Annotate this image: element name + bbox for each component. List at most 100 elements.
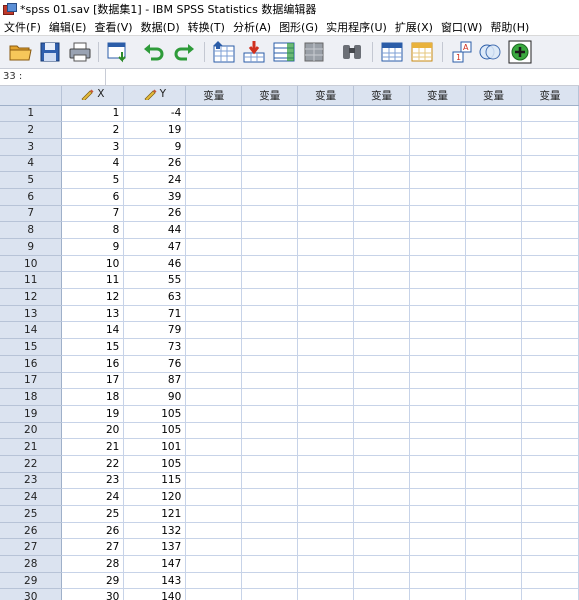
cell-empty[interactable]	[465, 138, 522, 156]
cell-empty[interactable]	[185, 455, 243, 473]
cell-empty[interactable]	[241, 422, 299, 440]
cell-empty[interactable]	[353, 271, 411, 290]
cell-empty[interactable]	[353, 255, 411, 273]
cell-empty[interactable]	[521, 388, 579, 406]
variables-icon[interactable]	[272, 40, 296, 64]
cell-empty[interactable]	[521, 105, 579, 123]
menu-graphs[interactable]: 图形(G)	[275, 19, 322, 35]
cell-empty[interactable]	[465, 355, 522, 373]
row-header[interactable]: 29	[0, 572, 63, 590]
cell-x[interactable]: 17	[61, 372, 125, 390]
cell-x[interactable]: 22	[61, 455, 125, 473]
menu-extensions[interactable]: 扩展(X)	[391, 19, 437, 35]
row-header[interactable]: 6	[0, 188, 63, 206]
cell-empty[interactable]	[241, 105, 299, 123]
column-header-var[interactable]: 变量	[185, 86, 243, 106]
cell-y[interactable]: 76	[123, 355, 187, 373]
cell-empty[interactable]	[297, 138, 355, 156]
cell-empty[interactable]	[409, 438, 466, 456]
cell-empty[interactable]	[409, 205, 466, 223]
split-file-icon[interactable]	[302, 40, 326, 64]
cell-empty[interactable]	[353, 538, 411, 557]
cell-empty[interactable]	[353, 555, 411, 573]
cell-empty[interactable]	[297, 472, 355, 490]
cell-y[interactable]: 39	[123, 188, 187, 206]
cell-empty[interactable]	[241, 438, 299, 456]
goto-variable-icon[interactable]	[242, 40, 266, 64]
row-header[interactable]: 7	[0, 205, 63, 223]
recall-dialog-icon[interactable]	[106, 40, 130, 64]
cell-empty[interactable]	[185, 255, 243, 273]
cell-empty[interactable]	[409, 572, 466, 590]
cell-y[interactable]: 46	[123, 255, 187, 273]
row-header[interactable]: 30	[0, 588, 63, 600]
cell-empty[interactable]	[241, 205, 299, 223]
menu-help[interactable]: 帮助(H)	[486, 19, 533, 35]
undo-icon[interactable]	[142, 40, 166, 64]
cell-empty[interactable]	[465, 388, 522, 406]
cell-empty[interactable]	[353, 138, 411, 156]
cell-empty[interactable]	[353, 305, 411, 323]
cell-empty[interactable]	[521, 271, 579, 290]
cell-empty[interactable]	[241, 538, 299, 557]
cell-empty[interactable]	[465, 438, 522, 456]
menu-window[interactable]: 窗口(W)	[437, 19, 486, 35]
cell-empty[interactable]	[409, 522, 466, 540]
row-header[interactable]: 23	[0, 472, 63, 490]
cell-empty[interactable]	[297, 422, 355, 440]
menu-edit[interactable]: 编辑(E)	[45, 19, 91, 35]
column-header-y[interactable]: Y	[123, 86, 187, 106]
cell-empty[interactable]	[521, 321, 579, 340]
cell-empty[interactable]	[185, 271, 243, 290]
corner-cell[interactable]	[0, 86, 63, 106]
cell-empty[interactable]	[353, 405, 411, 423]
cell-empty[interactable]	[241, 588, 299, 600]
cell-empty[interactable]	[465, 472, 522, 490]
row-header[interactable]: 2	[0, 121, 63, 139]
cell-x[interactable]: 27	[61, 538, 125, 557]
cell-empty[interactable]	[353, 355, 411, 373]
cell-empty[interactable]	[297, 488, 355, 506]
cell-empty[interactable]	[241, 488, 299, 506]
cell-empty[interactable]	[185, 372, 243, 390]
row-header[interactable]: 13	[0, 305, 63, 323]
row-header[interactable]: 22	[0, 455, 63, 473]
cell-y[interactable]: 73	[123, 338, 187, 356]
cell-empty[interactable]	[353, 288, 411, 306]
cell-empty[interactable]	[409, 105, 466, 123]
cell-empty[interactable]	[241, 188, 299, 206]
cell-empty[interactable]	[241, 455, 299, 473]
cell-empty[interactable]	[409, 121, 466, 139]
cell-y[interactable]: 24	[123, 171, 187, 189]
cell-empty[interactable]	[353, 422, 411, 440]
row-header[interactable]: 16	[0, 355, 63, 373]
cell-y[interactable]: 105	[123, 422, 187, 440]
cell-empty[interactable]	[409, 505, 466, 523]
cell-empty[interactable]	[409, 221, 466, 239]
cell-empty[interactable]	[185, 488, 243, 506]
column-header-var[interactable]: 变量	[241, 86, 299, 106]
cell-y[interactable]: 55	[123, 271, 187, 290]
row-header[interactable]: 21	[0, 438, 63, 456]
cell-empty[interactable]	[353, 321, 411, 340]
cell-empty[interactable]	[297, 321, 355, 340]
cell-empty[interactable]	[241, 121, 299, 139]
cell-y[interactable]: 71	[123, 305, 187, 323]
row-header[interactable]: 15	[0, 338, 63, 356]
cell-empty[interactable]	[409, 405, 466, 423]
cell-empty[interactable]	[465, 555, 522, 573]
cell-empty[interactable]	[297, 555, 355, 573]
cell-empty[interactable]	[409, 455, 466, 473]
cell-empty[interactable]	[353, 188, 411, 206]
menu-analyze[interactable]: 分析(A)	[229, 19, 275, 35]
cell-empty[interactable]	[521, 588, 579, 600]
cell-empty[interactable]	[353, 205, 411, 223]
cell-empty[interactable]	[465, 105, 522, 123]
cell-x[interactable]: 4	[61, 155, 125, 173]
column-header-x[interactable]: X	[61, 86, 125, 106]
cell-empty[interactable]	[185, 538, 243, 557]
cell-empty[interactable]	[185, 405, 243, 423]
cell-empty[interactable]	[409, 538, 466, 557]
cell-empty[interactable]	[409, 155, 466, 173]
cell-x[interactable]: 15	[61, 338, 125, 356]
